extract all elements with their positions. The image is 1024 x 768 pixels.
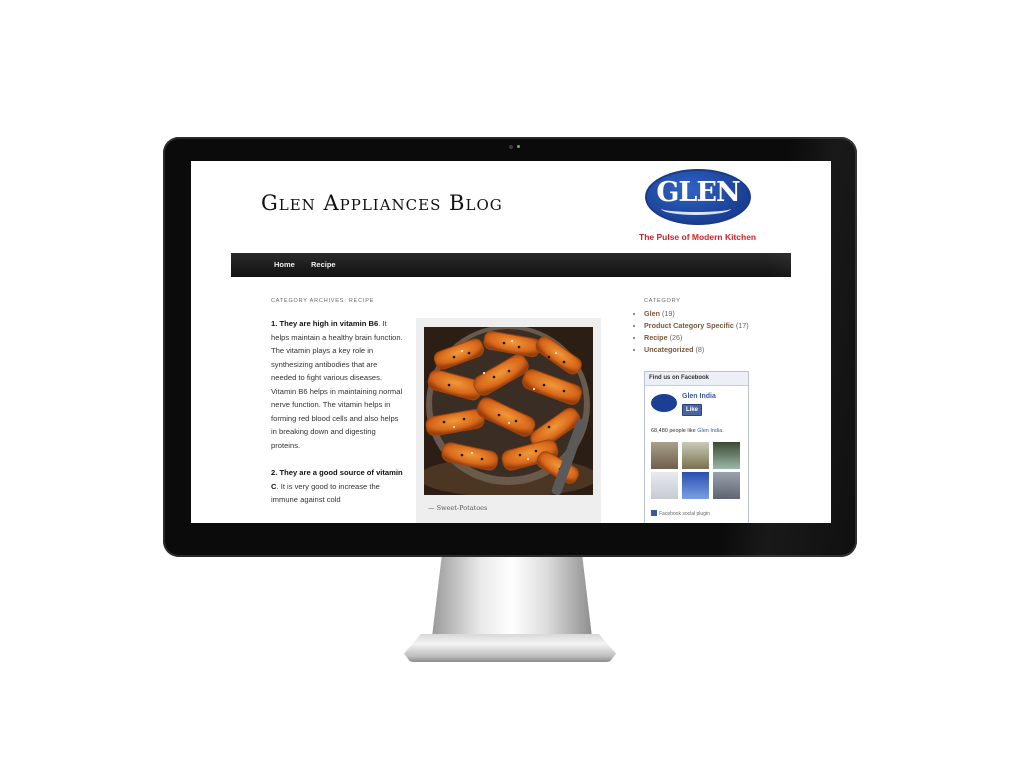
post-paragraph-1: 1. They are high in vitamin B6. It helps… xyxy=(271,317,403,452)
webcam-icon xyxy=(509,145,513,149)
post-image-figure: — Sweet-Potatoes xyxy=(416,318,601,523)
post-content: 1. They are high in vitamin B6. It helps… xyxy=(271,317,403,521)
logo-swoosh-icon xyxy=(661,202,731,215)
facebook-like-button[interactable]: Like xyxy=(682,404,703,416)
facebook-page-link[interactable]: Glen India. xyxy=(697,428,724,434)
category-count: (17) xyxy=(735,321,749,330)
monitor-stand-neck xyxy=(432,557,592,637)
category-count: (19) xyxy=(661,309,675,318)
category-count: (8) xyxy=(695,345,705,354)
category-list: Glen (19) Product Category Specific (17)… xyxy=(635,308,749,356)
post-paragraph-2: 2. They are a good source of vitamin C. … xyxy=(271,466,403,507)
archive-heading: Category Archives: Recipe xyxy=(271,298,375,304)
fan-avatar[interactable] xyxy=(651,442,678,469)
category-item: Recipe (26) xyxy=(644,332,749,344)
facebook-like-count: 68,480 people like Glen India. xyxy=(651,428,724,434)
glen-logo[interactable]: GLEN xyxy=(645,167,755,227)
category-count: (26) xyxy=(669,333,683,342)
glen-page-avatar[interactable] xyxy=(651,394,677,412)
nav-item-recipe[interactable]: Recipe xyxy=(311,260,336,269)
post-paragraph-2-text: . It is very good to increase the immune… xyxy=(271,481,380,505)
nav-item-home[interactable]: Home xyxy=(274,260,295,269)
facebook-box-heading: Find us on Facebook xyxy=(645,372,748,386)
monitor-stand-base xyxy=(404,634,616,662)
browser-screen: Glen Appliances Blog GLEN The Pulse of M… xyxy=(191,161,831,523)
facebook-plugin-footer: Facebook social plugin xyxy=(651,510,710,517)
category-link-uncategorized[interactable]: Uncategorized xyxy=(644,345,694,354)
category-item: Glen (19) xyxy=(644,308,749,320)
category-link-glen[interactable]: Glen xyxy=(644,309,660,318)
fan-avatar[interactable] xyxy=(682,472,709,499)
facebook-icon xyxy=(651,510,657,516)
category-item: Product Category Specific (17) xyxy=(644,320,749,332)
main-navigation: Home Recipe xyxy=(231,253,791,277)
fan-avatar-default[interactable] xyxy=(651,472,678,499)
blog-title[interactable]: Glen Appliances Blog xyxy=(261,191,503,215)
post-paragraph-1-text: . It helps maintain a healthy brain func… xyxy=(271,319,403,450)
category-link-recipe[interactable]: Recipe xyxy=(644,333,668,342)
facebook-like-count-text: 68,480 people like xyxy=(651,428,698,434)
facebook-page-name[interactable]: Glen India xyxy=(682,393,716,400)
fan-avatar[interactable] xyxy=(682,442,709,469)
facebook-like-box: Find us on Facebook Glen India Like 68,4… xyxy=(644,371,749,523)
webcam-led-icon xyxy=(517,145,520,148)
post-paragraph-1-bold: 1. They are high in vitamin B6 xyxy=(271,319,379,328)
image-caption: — Sweet-Potatoes xyxy=(428,504,488,512)
facebook-plugin-label: Facebook social plugin xyxy=(659,511,710,517)
monitor-frame: Glen Appliances Blog GLEN The Pulse of M… xyxy=(163,137,857,557)
logo-tagline: The Pulse of Modern Kitchen xyxy=(639,232,757,242)
sweet-potato-image[interactable] xyxy=(424,327,593,495)
category-heading: Category xyxy=(644,298,681,304)
category-item: Uncategorized (8) xyxy=(644,344,749,356)
category-link-product-category-specific[interactable]: Product Category Specific xyxy=(644,321,734,330)
fan-avatar[interactable] xyxy=(713,442,740,469)
fan-avatar[interactable] xyxy=(713,472,740,499)
